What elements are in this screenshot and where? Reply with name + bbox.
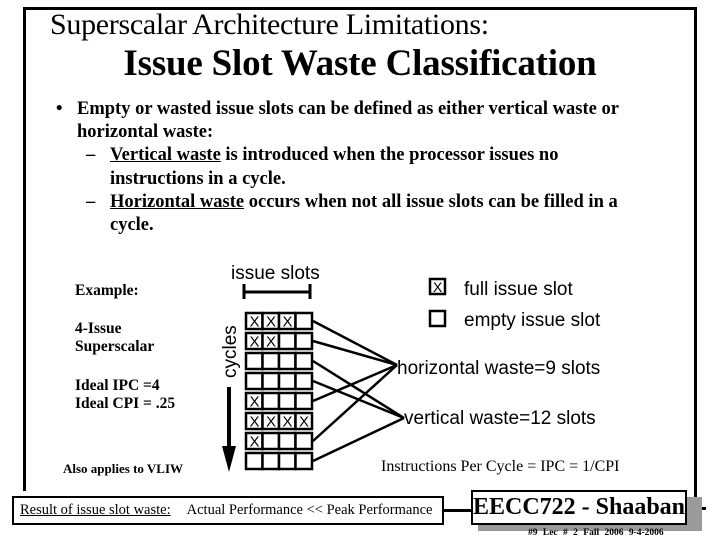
vertical-waste-line	[312, 416, 405, 463]
issue-slots-label: issue slots	[231, 263, 320, 284]
frame-right-edge	[694, 7, 697, 510]
empty-slot-box-icon	[428, 309, 447, 328]
horizontal-waste-line	[312, 363, 398, 403]
slot-mark: X	[250, 414, 260, 431]
result-value: Actual Performance << Peak Performance	[186, 502, 433, 518]
connector-line	[444, 509, 472, 512]
empty-slot	[277, 331, 297, 351]
slot-mark: X	[250, 334, 260, 351]
slot-row: X	[244, 391, 314, 411]
slot-mark: X	[266, 334, 276, 351]
issue-slots-bracket	[242, 284, 312, 299]
empty-slot	[294, 331, 314, 351]
slot-mark: X	[299, 414, 309, 431]
slot-row	[244, 371, 314, 391]
slot-mark: X	[283, 314, 293, 331]
empty-slot	[261, 391, 281, 411]
also-applies-vliw: Also applies to VLIW	[63, 461, 184, 476]
empty-slot	[294, 451, 314, 471]
legend-empty-label: empty issue slot	[464, 310, 601, 331]
slot-mark: X	[266, 314, 276, 331]
slide-footer: #9 Lec # 2 Fall 2006 9-4-2006	[528, 528, 664, 538]
legend-empty-slot: empty issue slot	[428, 309, 601, 331]
empty-slot	[277, 391, 297, 411]
empty-slot	[277, 431, 297, 451]
slot-row: XXX	[244, 311, 314, 331]
ipc-formula: Instructions Per Cycle = IPC = 1/CPI	[381, 458, 620, 475]
result-label: Result of issue slot waste:	[20, 502, 171, 518]
empty-slot	[294, 431, 314, 451]
slot-mark: X	[250, 314, 260, 331]
slot-row	[244, 451, 314, 471]
horizontal-waste-label: horizontal waste=9 slots	[397, 358, 600, 379]
empty-slot	[294, 391, 314, 411]
waste-lines	[312, 319, 405, 463]
empty-slot	[261, 351, 281, 371]
result-box: Result of issue slot waste: Actual Perfo…	[12, 496, 444, 525]
slot-mark: X	[283, 414, 293, 431]
slot-row	[244, 351, 314, 371]
cycles-label: cycles	[220, 325, 241, 378]
horizontal-waste-line	[312, 364, 398, 442]
legend-full-slot: X full issue slot	[428, 277, 573, 300]
horizontal-waste-line	[312, 319, 398, 367]
empty-slot	[294, 371, 314, 391]
slot-mark: X	[250, 394, 260, 411]
legend-full-label: full issue slot	[464, 279, 573, 300]
slot-row: X	[244, 431, 314, 451]
slot-row: XXXX	[244, 411, 314, 431]
empty-slot	[261, 451, 281, 471]
empty-slot	[277, 451, 297, 471]
empty-slot	[244, 371, 264, 391]
empty-slot	[261, 431, 281, 451]
empty-slot	[261, 371, 281, 391]
slot-row: XX	[244, 331, 314, 351]
full-slot-mark: X	[433, 279, 443, 295]
vertical-waste-label: vertical waste=12 slots	[404, 408, 596, 429]
horizontal-waste-line	[312, 339, 398, 367]
empty-slot	[244, 351, 264, 371]
empty-slot	[294, 351, 314, 371]
slot-mark: X	[250, 434, 260, 451]
slot-grid: X X XX XXX X X XX	[244, 311, 314, 471]
empty-slot	[294, 311, 314, 331]
empty-slot	[277, 371, 297, 391]
cycles-arrow-icon	[222, 387, 236, 472]
empty-slot	[277, 351, 297, 371]
slot-mark: X	[266, 414, 276, 431]
empty-slot	[244, 451, 264, 471]
course-badge: EECC722 - Shaaban	[471, 490, 687, 525]
